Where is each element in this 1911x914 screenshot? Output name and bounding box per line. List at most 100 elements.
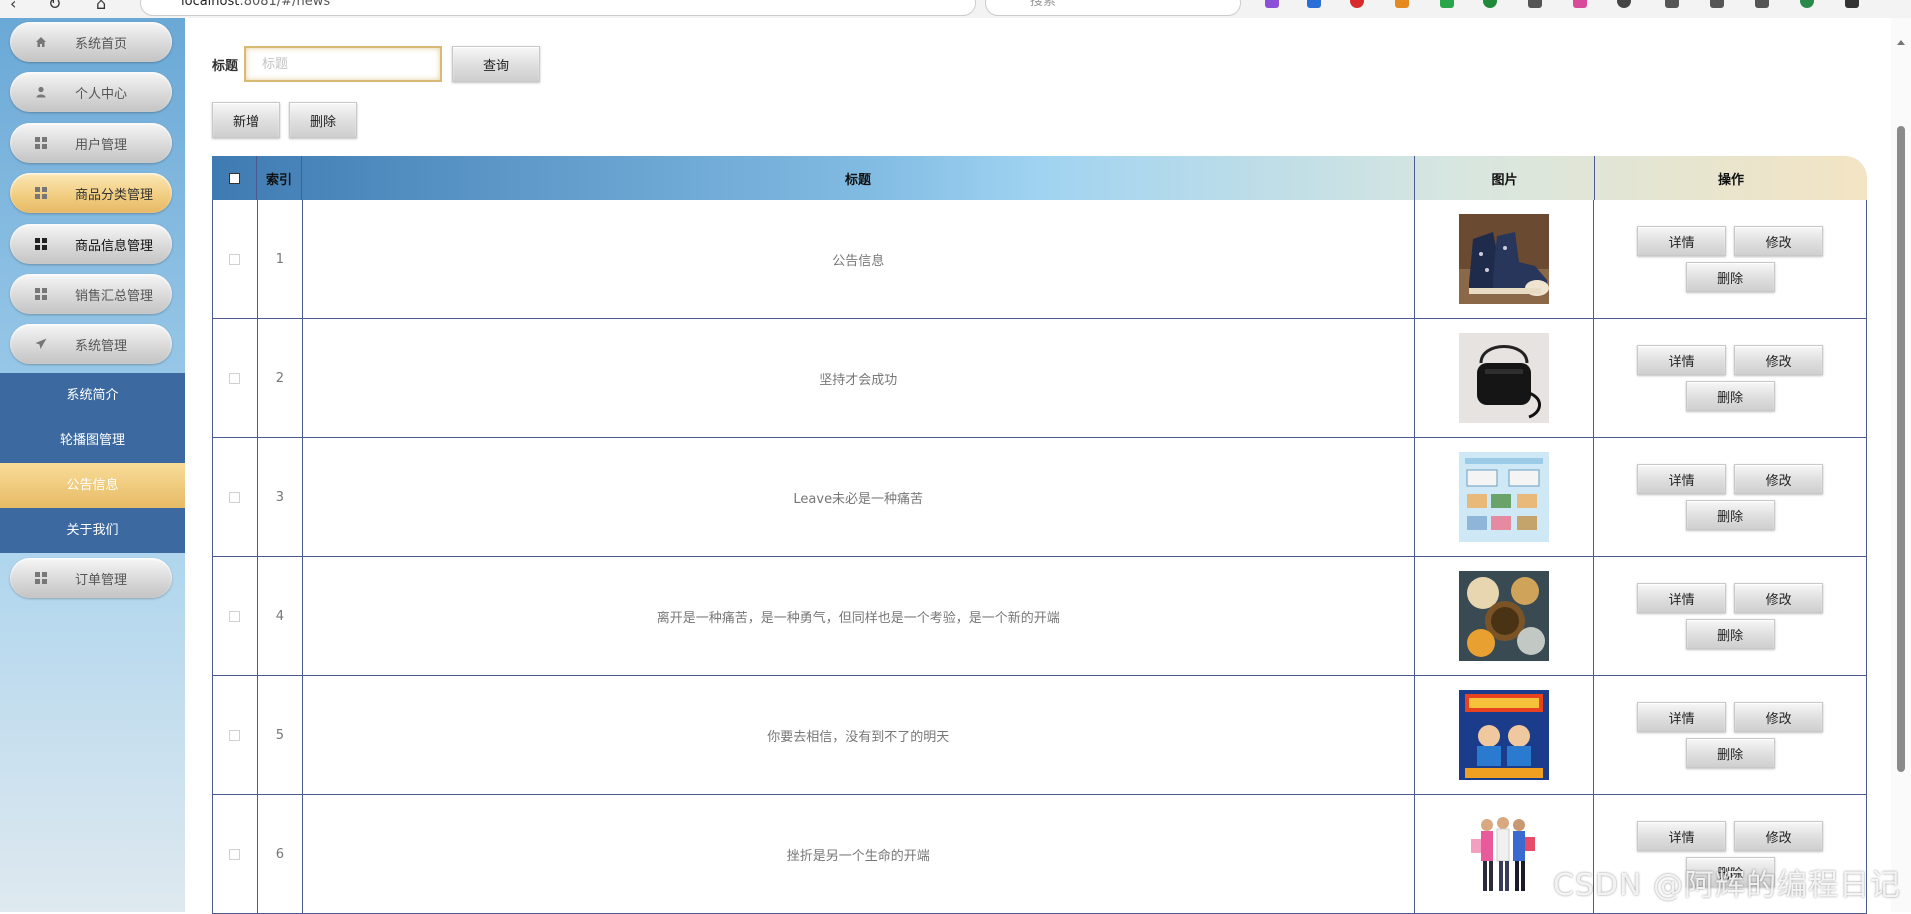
row-checkbox[interactable] bbox=[229, 730, 240, 741]
select-all-checkbox[interactable] bbox=[229, 173, 240, 184]
detail-button[interactable]: 详情 bbox=[1637, 226, 1726, 256]
row-actions: 详情 修改 删除 bbox=[1630, 345, 1830, 411]
home-icon bbox=[35, 36, 47, 48]
table-row: 1 公告信息 详情 修改 bbox=[213, 200, 1866, 319]
submenu-item-carousel[interactable]: 轮播图管理 bbox=[0, 418, 185, 463]
detail-button[interactable]: 详情 bbox=[1637, 464, 1726, 494]
extension-icon[interactable] bbox=[1800, 0, 1814, 8]
sidebar-item-profile[interactable]: 个人中心 bbox=[10, 72, 172, 112]
extension-icon[interactable] bbox=[1573, 0, 1587, 8]
grid-icon bbox=[35, 288, 47, 300]
browser-search-placeholder: 搜索 bbox=[1030, 0, 1056, 9]
sidebar-item-sales[interactable]: 销售汇总管理 bbox=[10, 274, 172, 314]
row-actions: 详情 修改 删除 bbox=[1630, 702, 1830, 768]
user-icon bbox=[35, 86, 47, 98]
sidebar: 系统首页 个人中心 用户管理 商品分类管理 商品信息管理 销售汇总管理 系统管理… bbox=[0, 18, 185, 912]
sidebar-item-label: 商品分类管理 bbox=[75, 184, 172, 203]
row-checkbox[interactable] bbox=[229, 611, 240, 622]
browser-search-box[interactable]: 搜索 bbox=[985, 0, 1241, 16]
table-header: 索引 标题 图片 操作 bbox=[212, 156, 1867, 200]
edit-button[interactable]: 修改 bbox=[1734, 583, 1823, 613]
scrollbar-thumb[interactable] bbox=[1897, 126, 1905, 772]
sidebar-item-orders[interactable]: 订单管理 bbox=[10, 558, 172, 598]
split-screen-icon[interactable] bbox=[1665, 0, 1679, 8]
extension-icon[interactable] bbox=[1265, 0, 1279, 8]
send-icon bbox=[35, 338, 47, 350]
grid-icon bbox=[35, 187, 47, 199]
product-grid-photo bbox=[1459, 452, 1549, 542]
delete-button[interactable]: 删除 bbox=[1686, 500, 1775, 530]
sidebar-item-label: 用户管理 bbox=[75, 134, 172, 153]
header-title: 标题 bbox=[302, 156, 1415, 200]
row-checkbox[interactable] bbox=[229, 849, 240, 860]
sidebar-item-users[interactable]: 用户管理 bbox=[10, 123, 172, 163]
table-row: 4 离开是一种痛苦，是一种勇气，但同样也是一个考验，是一个新的开端 bbox=[213, 557, 1866, 676]
sidebar-item-system[interactable]: 系统管理 bbox=[10, 324, 172, 364]
browser-menu-icon[interactable] bbox=[1845, 0, 1859, 8]
sidebar-item-label: 系统首页 bbox=[75, 33, 172, 52]
detail-button[interactable]: 详情 bbox=[1637, 821, 1726, 851]
extension-icon[interactable] bbox=[1483, 0, 1497, 8]
sidebar-item-label: 订单管理 bbox=[75, 569, 172, 588]
edit-button[interactable]: 修改 bbox=[1734, 821, 1823, 851]
edit-button[interactable]: 修改 bbox=[1734, 345, 1823, 375]
promo-poster-photo bbox=[1459, 690, 1549, 780]
row-title: 坚持才会成功 bbox=[303, 319, 1415, 437]
sneaker-photo bbox=[1459, 214, 1549, 304]
delete-button[interactable]: 删除 bbox=[1686, 619, 1775, 649]
address-bar[interactable]: localhost:8081/#/news bbox=[140, 0, 976, 16]
extension-icon[interactable] bbox=[1395, 0, 1409, 8]
page-scrollbar[interactable] bbox=[1891, 18, 1911, 912]
handbag-photo bbox=[1459, 333, 1549, 423]
detail-button[interactable]: 详情 bbox=[1637, 345, 1726, 375]
title-search-input[interactable] bbox=[244, 46, 442, 82]
edit-button[interactable]: 修改 bbox=[1734, 226, 1823, 256]
grid-icon bbox=[35, 572, 47, 584]
detail-button[interactable]: 详情 bbox=[1637, 702, 1726, 732]
back-icon[interactable]: ‹ bbox=[10, 0, 16, 13]
reload-icon[interactable]: ↻ bbox=[48, 0, 61, 13]
notice-table: 索引 标题 图片 操作 1 公告信息 bbox=[212, 156, 1867, 914]
row-index: 2 bbox=[258, 319, 303, 437]
edit-button[interactable]: 修改 bbox=[1734, 464, 1823, 494]
watermark: CSDN @阿辉的编程日记 bbox=[1553, 860, 1901, 904]
row-checkbox[interactable] bbox=[229, 373, 240, 384]
submenu-item-about[interactable]: 关于我们 bbox=[0, 508, 185, 553]
submenu-item-notices[interactable]: 公告信息 bbox=[0, 463, 185, 508]
browser-toolbar: ‹ ↻ ⌂ localhost:8081/#/news 搜索 bbox=[0, 0, 1911, 18]
extension-icon[interactable] bbox=[1307, 0, 1321, 8]
delete-button[interactable]: 删除 bbox=[1686, 381, 1775, 411]
detail-button[interactable]: 详情 bbox=[1637, 583, 1726, 613]
extension-icon[interactable] bbox=[1440, 0, 1454, 8]
url-path: :8081/#/news bbox=[239, 0, 330, 9]
row-actions: 详情 修改 删除 bbox=[1630, 464, 1830, 530]
header-ops: 操作 bbox=[1595, 156, 1867, 200]
row-title: 挫折是另一个生命的开端 bbox=[303, 795, 1415, 913]
delete-button[interactable]: 删除 bbox=[1686, 738, 1775, 768]
food-photo bbox=[1459, 571, 1549, 661]
add-button[interactable]: 新增 bbox=[212, 102, 280, 138]
extension-icon[interactable] bbox=[1617, 0, 1631, 8]
row-title: 离开是一种痛苦，是一种勇气，但同样也是一个考验，是一个新的开端 bbox=[303, 557, 1415, 675]
batch-delete-button[interactable]: 删除 bbox=[289, 102, 357, 138]
row-index: 3 bbox=[258, 438, 303, 556]
row-title: 公告信息 bbox=[303, 200, 1415, 318]
extension-icon[interactable] bbox=[1528, 0, 1542, 8]
search-bar: 标题 查询 bbox=[212, 46, 540, 82]
sidebar-item-label: 商品信息管理 bbox=[75, 235, 172, 254]
query-button[interactable]: 查询 bbox=[452, 46, 540, 82]
favorites-icon[interactable] bbox=[1710, 0, 1724, 8]
home-browser-icon[interactable]: ⌂ bbox=[96, 0, 106, 13]
row-title: Leave未必是一种痛苦 bbox=[303, 438, 1415, 556]
row-checkbox[interactable] bbox=[229, 492, 240, 503]
scroll-up-arrow-icon[interactable] bbox=[1897, 40, 1905, 45]
delete-button[interactable]: 删除 bbox=[1686, 262, 1775, 292]
sidebar-item-products[interactable]: 商品信息管理 bbox=[10, 224, 172, 264]
collections-icon[interactable] bbox=[1755, 0, 1769, 8]
submenu-item-intro[interactable]: 系统简介 bbox=[0, 373, 185, 418]
sidebar-item-home[interactable]: 系统首页 bbox=[10, 22, 172, 62]
sidebar-item-category[interactable]: 商品分类管理 bbox=[10, 173, 172, 213]
extension-icon[interactable] bbox=[1350, 0, 1364, 8]
edit-button[interactable]: 修改 bbox=[1734, 702, 1823, 732]
row-checkbox[interactable] bbox=[229, 254, 240, 265]
